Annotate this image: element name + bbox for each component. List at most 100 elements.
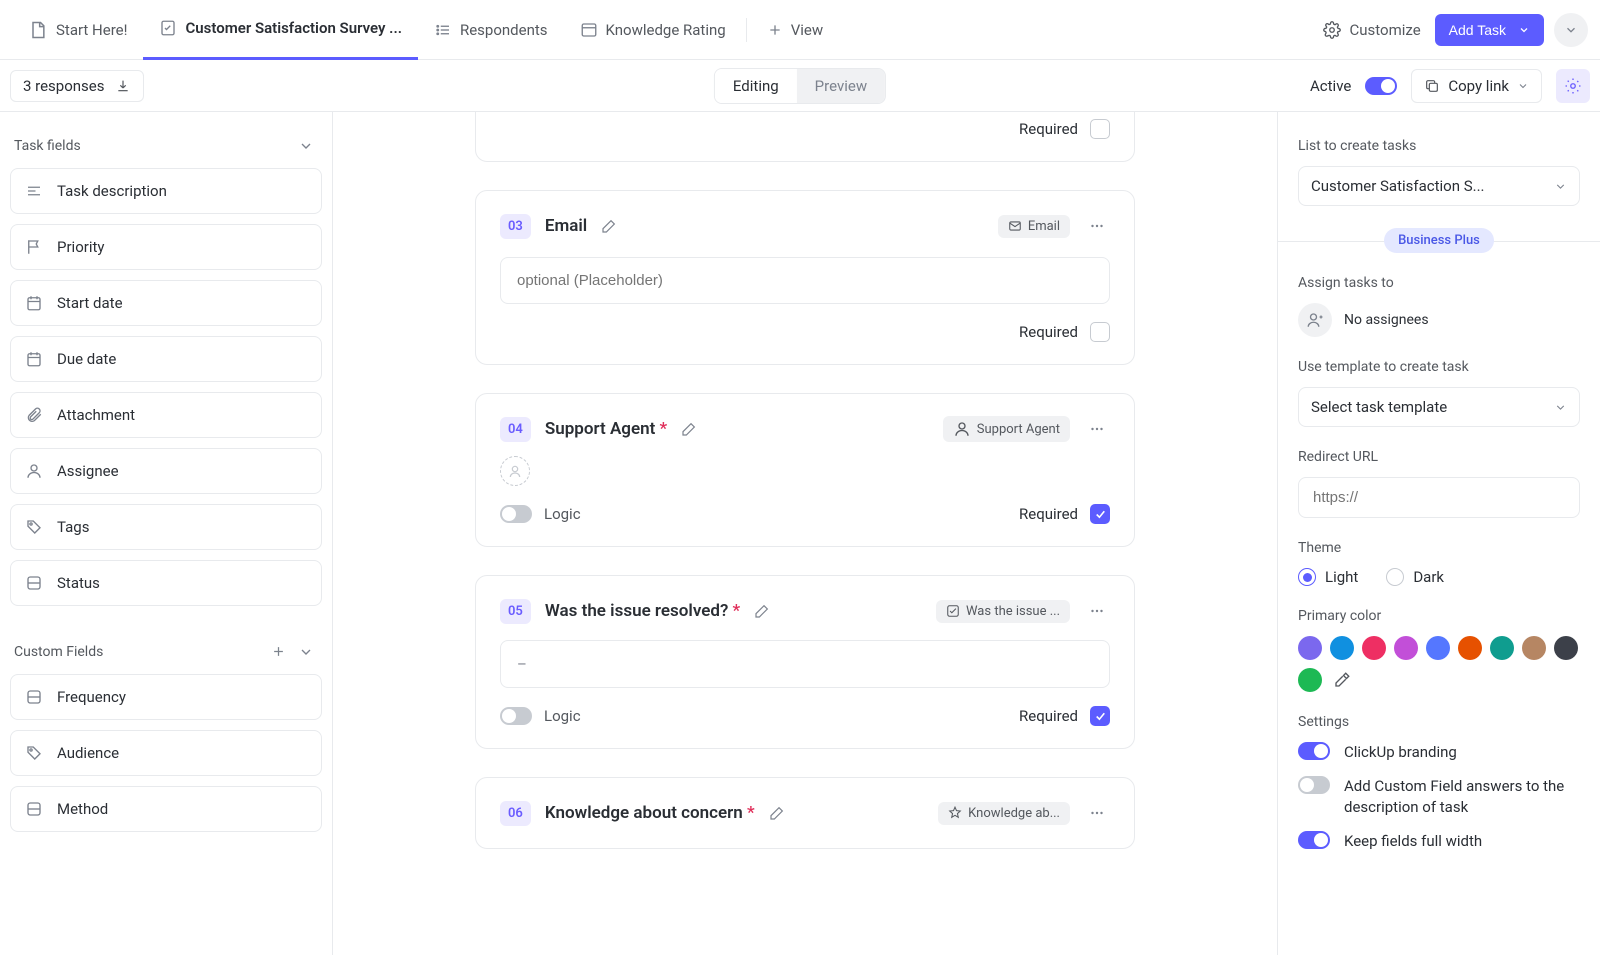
field-label: Tags <box>57 518 89 536</box>
field-type-chip[interactable]: Support Agent <box>943 416 1070 442</box>
chevron-down-icon <box>1564 23 1578 37</box>
pencil-icon[interactable] <box>601 218 617 234</box>
clip-icon <box>25 406 43 424</box>
calendar-icon <box>25 350 43 368</box>
field-item[interactable]: Method <box>10 786 322 832</box>
form-field-card[interactable]: 06 Knowledge about concern * Knowledge a… <box>475 777 1135 849</box>
more-icon[interactable] <box>1084 213 1110 239</box>
required-row: Required <box>1019 706 1110 726</box>
add-task-button[interactable]: Add Task <box>1435 14 1544 46</box>
pencil-icon[interactable] <box>769 805 785 821</box>
field-item[interactable]: Start date <box>10 280 322 326</box>
eyedropper-icon[interactable] <box>1330 668 1354 692</box>
theme-light-radio[interactable]: Light <box>1298 568 1358 586</box>
tab-respondents[interactable]: Respondents <box>418 0 564 60</box>
setting-toggle[interactable] <box>1298 776 1330 794</box>
color-swatch[interactable] <box>1298 636 1322 660</box>
tab-label: Customer Satisfaction Survey ... <box>185 19 401 37</box>
required-checkbox[interactable] <box>1090 322 1110 342</box>
task-fields-header[interactable]: Task fields <box>10 132 322 168</box>
add-task-label: Add Task <box>1449 22 1506 38</box>
field-item[interactable]: Due date <box>10 336 322 382</box>
active-label: Active <box>1310 77 1351 95</box>
template-select[interactable]: Select task template <box>1298 387 1580 427</box>
field-type-chip[interactable]: Email <box>998 215 1070 238</box>
plus-icon <box>767 22 783 38</box>
field-type-chip[interactable]: Was the issue ... <box>936 600 1070 623</box>
required-checkbox[interactable] <box>1090 119 1110 139</box>
form-field-card[interactable]: 05 Was the issue resolved? * Was the iss… <box>475 575 1135 749</box>
editing-tab[interactable]: Editing <box>715 69 797 103</box>
color-swatch[interactable] <box>1554 636 1578 660</box>
more-menu-button[interactable] <box>1554 13 1588 47</box>
color-swatch[interactable] <box>1330 636 1354 660</box>
logic-toggle[interactable] <box>500 707 532 725</box>
responses-button[interactable]: 3 responses <box>10 70 144 102</box>
color-swatch[interactable] <box>1298 668 1322 692</box>
chevron-down-icon <box>298 644 314 660</box>
logic-label: Logic <box>544 707 581 725</box>
field-item[interactable]: Attachment <box>10 392 322 438</box>
field-item[interactable]: Priority <box>10 224 322 270</box>
top-tabs: Start Here! Customer Satisfaction Survey… <box>0 0 1600 60</box>
field-item[interactable]: Frequency <box>10 674 322 720</box>
color-swatch[interactable] <box>1522 636 1546 660</box>
list-select[interactable]: Customer Satisfaction S... <box>1298 166 1580 206</box>
field-item[interactable]: Task description <box>10 168 322 214</box>
form-field-card[interactable]: 03 Email Email Required <box>475 190 1135 365</box>
pencil-icon[interactable] <box>754 603 770 619</box>
setting-label: Keep fields full width <box>1344 831 1580 851</box>
field-type-chip[interactable]: Knowledge ab... <box>938 802 1070 825</box>
assignee-placeholder[interactable] <box>500 456 530 486</box>
color-swatch[interactable] <box>1458 636 1482 660</box>
custom-fields-header[interactable]: Custom Fields <box>10 638 322 674</box>
template-label: Use template to create task <box>1298 359 1580 375</box>
placeholder-input[interactable] <box>500 257 1110 304</box>
setting-toggle[interactable] <box>1298 742 1330 760</box>
field-label: Start date <box>57 294 123 312</box>
tag-icon <box>25 744 43 762</box>
field-item[interactable]: Status <box>10 560 322 606</box>
field-title: Support Agent * <box>545 419 667 439</box>
section-label: Custom Fields <box>14 644 103 660</box>
list-value: Customer Satisfaction S... <box>1311 177 1484 195</box>
customize-button[interactable]: Customize <box>1323 21 1420 39</box>
dropdown-placeholder[interactable]: – <box>500 640 1110 688</box>
required-checkbox[interactable] <box>1090 706 1110 726</box>
pencil-icon[interactable] <box>681 421 697 437</box>
field-label: Audience <box>57 744 119 762</box>
copy-link-button[interactable]: Copy link <box>1411 69 1542 103</box>
color-swatch[interactable] <box>1426 636 1450 660</box>
theme-dark-radio[interactable]: Dark <box>1386 568 1444 586</box>
field-number: 04 <box>500 417 531 442</box>
field-item[interactable]: Audience <box>10 730 322 776</box>
settings-button[interactable] <box>1556 69 1590 103</box>
color-swatch[interactable] <box>1394 636 1418 660</box>
form-field-card-partial: Required <box>475 112 1135 162</box>
more-icon[interactable] <box>1084 598 1110 624</box>
tab-knowledge[interactable]: Knowledge Rating <box>564 0 742 60</box>
flag-icon <box>25 238 43 256</box>
person-icon <box>953 420 971 438</box>
preview-tab[interactable]: Preview <box>797 69 885 103</box>
color-swatch[interactable] <box>1490 636 1514 660</box>
color-swatch[interactable] <box>1362 636 1386 660</box>
more-icon[interactable] <box>1084 800 1110 826</box>
tab-survey[interactable]: Customer Satisfaction Survey ... <box>143 0 417 60</box>
active-toggle[interactable] <box>1365 77 1397 95</box>
form-field-card[interactable]: 04 Support Agent * Support Agent LogicRe… <box>475 393 1135 547</box>
tab-start-here[interactable]: Start Here! <box>12 0 143 60</box>
required-checkbox[interactable] <box>1090 504 1110 524</box>
redirect-input[interactable] <box>1298 477 1580 518</box>
field-item[interactable]: Tags <box>10 504 322 550</box>
field-item[interactable]: Assignee <box>10 448 322 494</box>
more-icon[interactable] <box>1084 416 1110 442</box>
field-title: Knowledge about concern * <box>545 803 755 823</box>
logic-toggle[interactable] <box>500 505 532 523</box>
star-icon <box>948 806 962 820</box>
setting-toggle[interactable] <box>1298 831 1330 849</box>
assignee-selector[interactable]: No assignees <box>1298 303 1580 337</box>
tab-add-view[interactable]: View <box>751 0 839 60</box>
plus-icon[interactable] <box>271 644 286 660</box>
right-panel: List to create tasks Customer Satisfacti… <box>1277 112 1600 955</box>
